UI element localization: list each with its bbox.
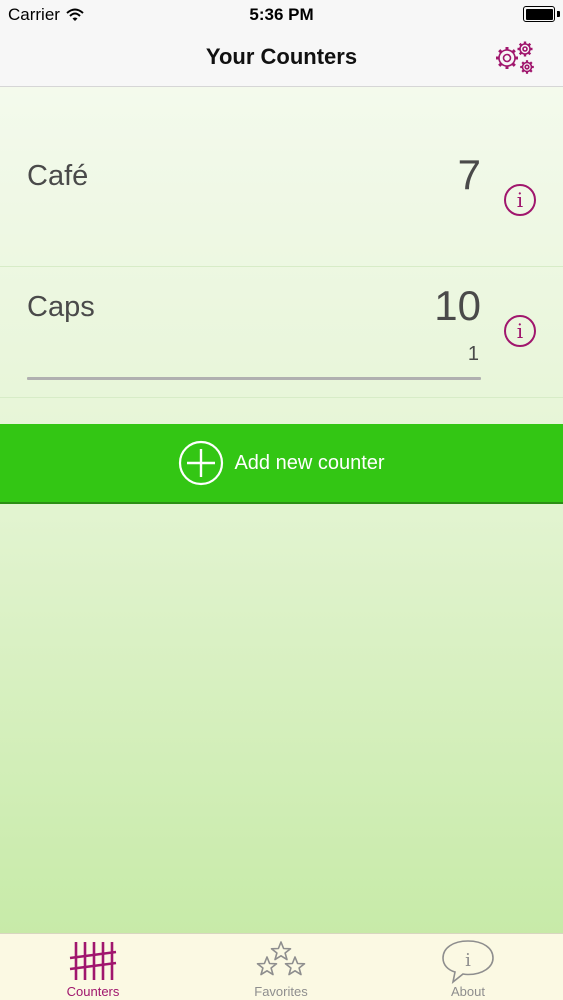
navigation-bar: Your Counters [0, 30, 563, 87]
status-bar: Carrier 5:36 PM [0, 0, 563, 30]
tab-favorites[interactable]: Favorites [221, 934, 341, 1000]
counter-name: Café [27, 160, 89, 192]
tab-bar: Counters Favorites i About [0, 933, 563, 1000]
tab-about[interactable]: i About [408, 934, 528, 1000]
tab-label: Counters [66, 984, 120, 999]
add-counter-label: Add new counter [234, 451, 385, 474]
counter-row[interactable]: Caps 10 1 i [0, 267, 563, 398]
page-title: Your Counters [205, 44, 358, 69]
counter-value: 10 [434, 282, 481, 329]
svg-text:i: i [465, 950, 471, 971]
tally-icon [69, 942, 117, 980]
settings-button[interactable] [491, 38, 537, 76]
tab-counters[interactable]: Counters [33, 934, 153, 1000]
status-time: 5:36 PM [249, 5, 314, 24]
counter-name: Caps [27, 291, 95, 323]
battery-icon [523, 6, 555, 22]
info-icon[interactable]: i [504, 184, 536, 216]
gear-icon [496, 41, 534, 74]
info-bubble-icon: i [442, 940, 494, 984]
info-icon[interactable]: i [504, 315, 536, 347]
add-counter-button[interactable]: Add new counter [0, 424, 563, 504]
tab-label: About [451, 984, 485, 999]
stars-icon [256, 941, 306, 976]
counter-step: 1 [467, 343, 479, 365]
counter-row[interactable]: Café 7 i [0, 136, 563, 267]
plus-circle-icon [179, 440, 224, 486]
tab-label: Favorites [254, 984, 308, 999]
counter-divider-line [27, 377, 481, 380]
counter-value: 7 [457, 151, 481, 198]
list-header-spacer [0, 88, 563, 132]
battery-tip [557, 11, 560, 17]
